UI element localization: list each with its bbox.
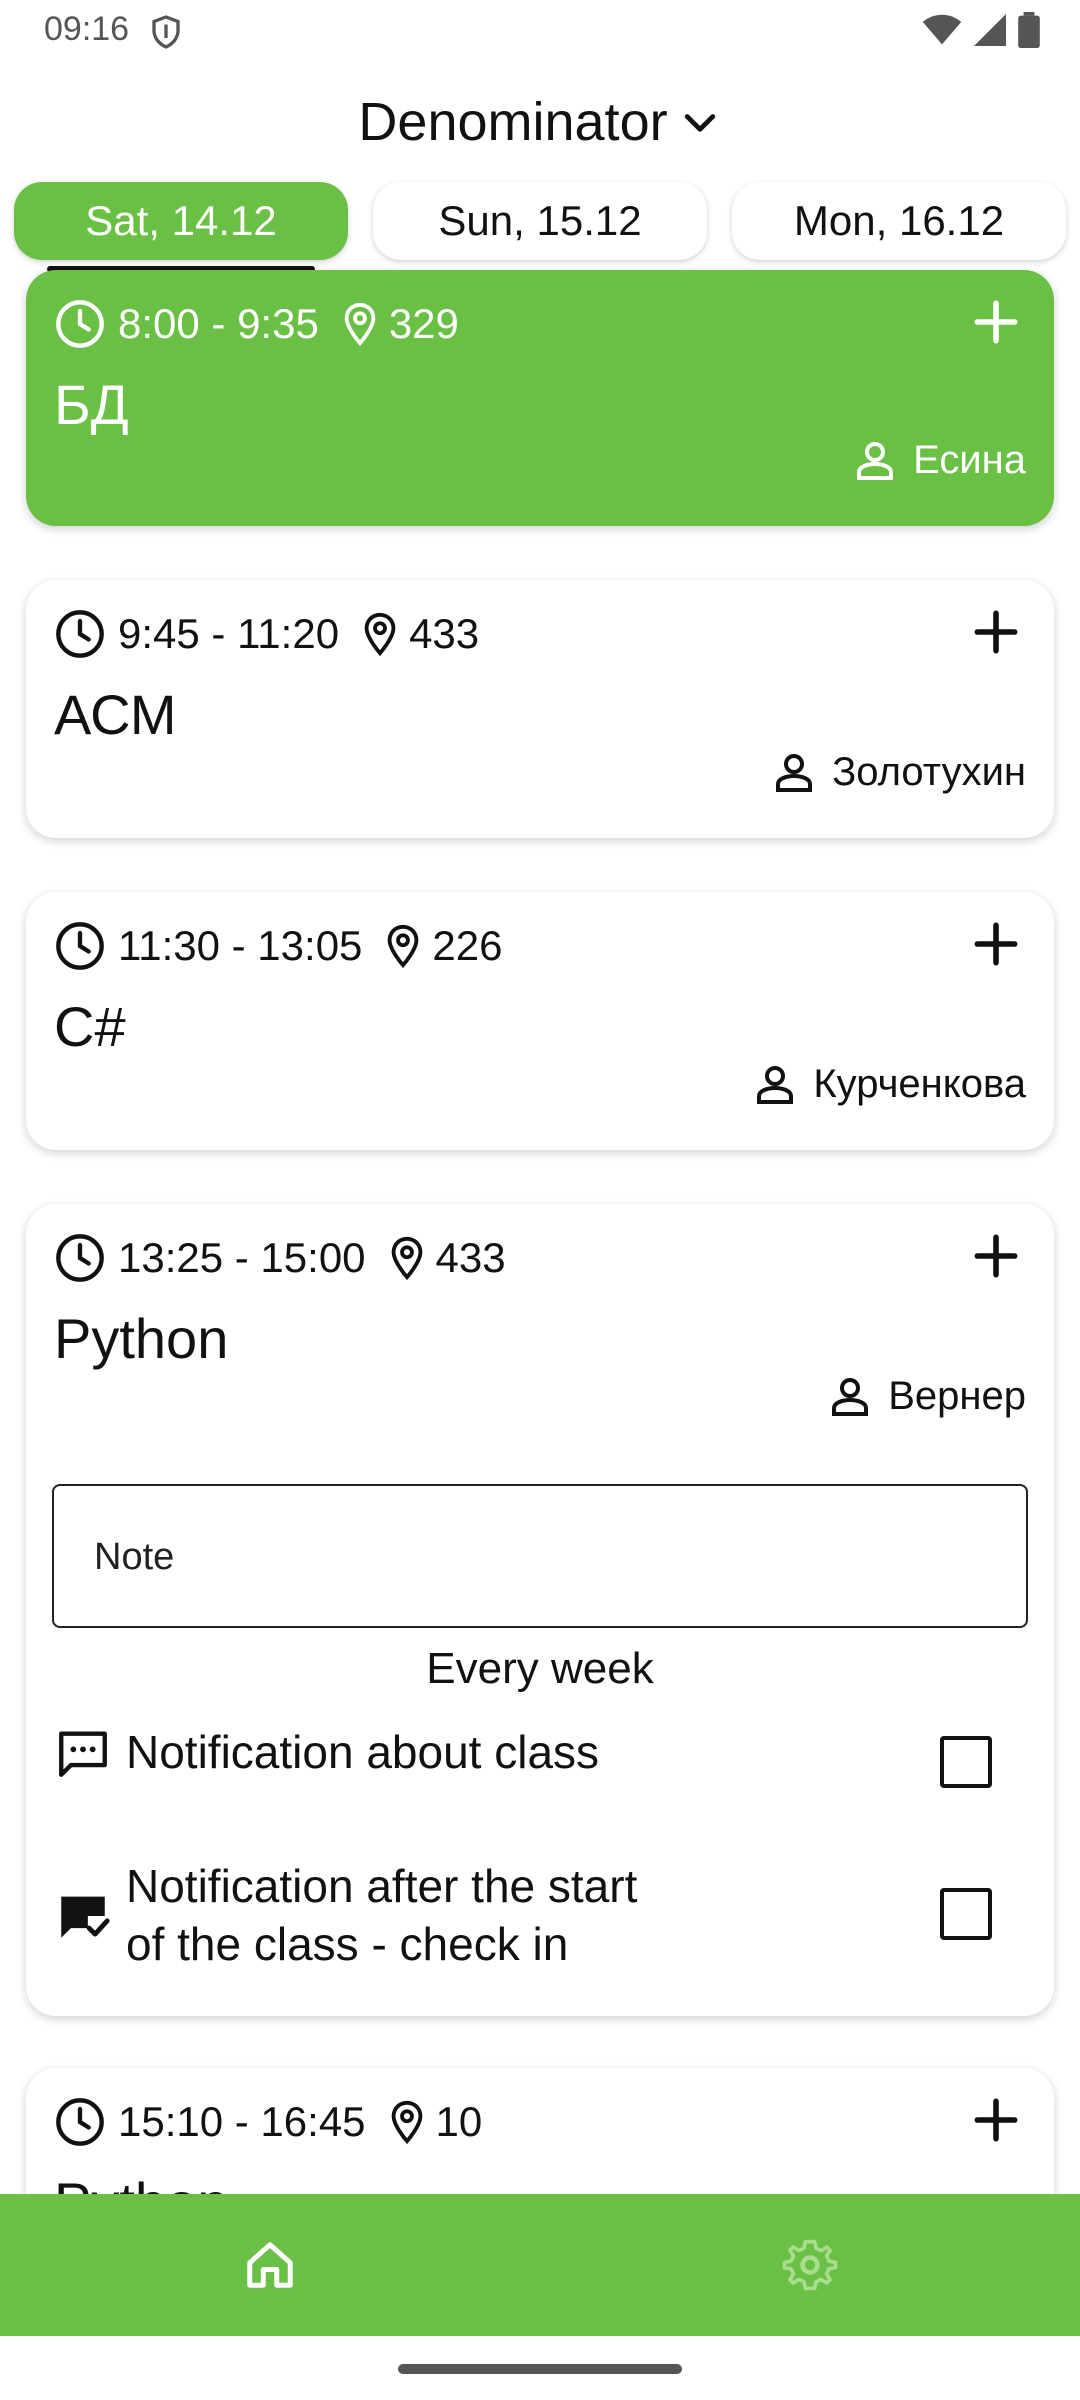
note-placeholder: Note [94,1536,175,1578]
tab-label: Sun, 15.12 [438,197,642,244]
person-icon [757,1066,794,1104]
add-icon[interactable] [968,604,1024,660]
class-teacher: Есина [851,436,1026,484]
class-time: 13:25 - 15:00 [118,1234,366,1281]
teacher-name: Золотухин [832,749,1026,794]
notification-row: Notification about class [54,1724,599,1782]
class-time: 11:30 - 13:05 [118,922,363,969]
class-room: 10 [435,2098,483,2145]
add-icon[interactable] [968,916,1024,972]
location-icon [364,612,396,657]
class-time: 9:45 - 11:20 [118,610,340,657]
page-title: Denominator [358,92,668,152]
bottom-nav [0,2194,1080,2336]
checkin-line-2: of the class - check in [126,1917,569,1970]
class-teacher: Золотухин [770,748,1026,796]
home-icon [247,2242,293,2288]
tab-sat[interactable]: Sat, 14.12 [14,182,348,260]
checkin-checkbox[interactable] [940,1888,992,1940]
person-icon [832,1378,869,1416]
person-icon [857,442,894,480]
battery-icon [1018,12,1040,48]
wifi-icon [922,14,962,45]
tab-label: Sat, 14.12 [85,197,277,244]
class-time: 8:00 - 9:35 [118,300,319,347]
location-icon [388,924,419,969]
class-subject: C# [54,995,126,1058]
tab-sun[interactable]: Sun, 15.12 [373,182,707,260]
class-subject: Python [54,1307,229,1370]
teacher-name: Вернер [888,1373,1026,1418]
repeat-label: Every week [426,1644,654,1693]
status-time: 09:16 [44,10,130,48]
clock-icon [56,2098,104,2146]
tab-mon[interactable]: Mon, 16.12 [732,182,1066,260]
chevron-down-icon [684,114,715,132]
tab-label: Mon, 16.12 [793,197,1005,244]
location-icon [391,2100,422,2145]
shield-icon [152,15,180,49]
checkin-notification-row: Notification after the start of the clas… [54,1858,637,1973]
class-card[interactable]: 8:00 - 9:35 329 БД Есина [26,270,1054,526]
signal-icon [974,14,1006,46]
class-room: 433 [435,1234,506,1281]
class-room: 226 [432,922,503,969]
clock-icon [56,300,104,348]
checkin-line-1: Notification after the start [126,1860,638,1912]
add-icon[interactable] [968,2092,1024,2148]
clock-icon [56,610,104,658]
chat-check-icon [61,1896,110,1938]
status-bar: 09:16 [0,0,1080,64]
gesture-bar[interactable] [398,2364,682,2374]
chat-icon [59,1731,107,1777]
note-input[interactable]: Note [52,1484,1028,1628]
day-tabs: Sat, 14.12 Sun, 15.12 Mon, 16.12 [14,182,1066,272]
week-type-selector[interactable]: Denominator [0,82,1080,162]
gear-icon [782,2239,838,2291]
checkin-notification-label: Notification after the start of the clas… [126,1858,637,1973]
class-teacher: Курченкова [751,1060,1026,1108]
clock-icon [56,1234,104,1282]
class-card[interactable]: 15:10 - 16:45 10 Python [26,2068,1054,2194]
add-icon[interactable] [968,294,1024,350]
class-list[interactable]: 8:00 - 9:35 329 БД Есина 9:45 - 11:20 43… [0,268,1080,2194]
person-icon [776,754,813,792]
class-time: 15:10 - 16:45 [118,2098,366,2145]
teacher-name: Есина [913,437,1026,482]
notification-checkbox[interactable] [940,1736,992,1788]
clock-icon [56,922,104,970]
class-subject: Python [54,2170,228,2194]
class-room: 329 [388,300,459,347]
class-subject: БД [54,373,129,436]
class-teacher: Вернер [826,1372,1026,1420]
class-room: 433 [409,610,480,657]
class-subject: АСМ [54,683,177,746]
class-card[interactable]: 9:45 - 11:20 433 АСМ Золотухин [26,580,1054,838]
nav-home[interactable] [0,2194,540,2336]
add-icon[interactable] [968,1228,1024,1284]
nav-settings[interactable] [540,2194,1080,2336]
location-icon [344,302,376,347]
notification-label: Notification about class [126,1726,600,1779]
teacher-name: Курченкова [813,1061,1026,1106]
location-icon [391,1236,422,1281]
class-card[interactable]: 11:30 - 13:05 226 C# Курченкова [26,892,1054,1150]
class-card-expanded[interactable]: 13:25 - 15:00 433 Python Вернер Note Eve… [26,1204,1054,2016]
